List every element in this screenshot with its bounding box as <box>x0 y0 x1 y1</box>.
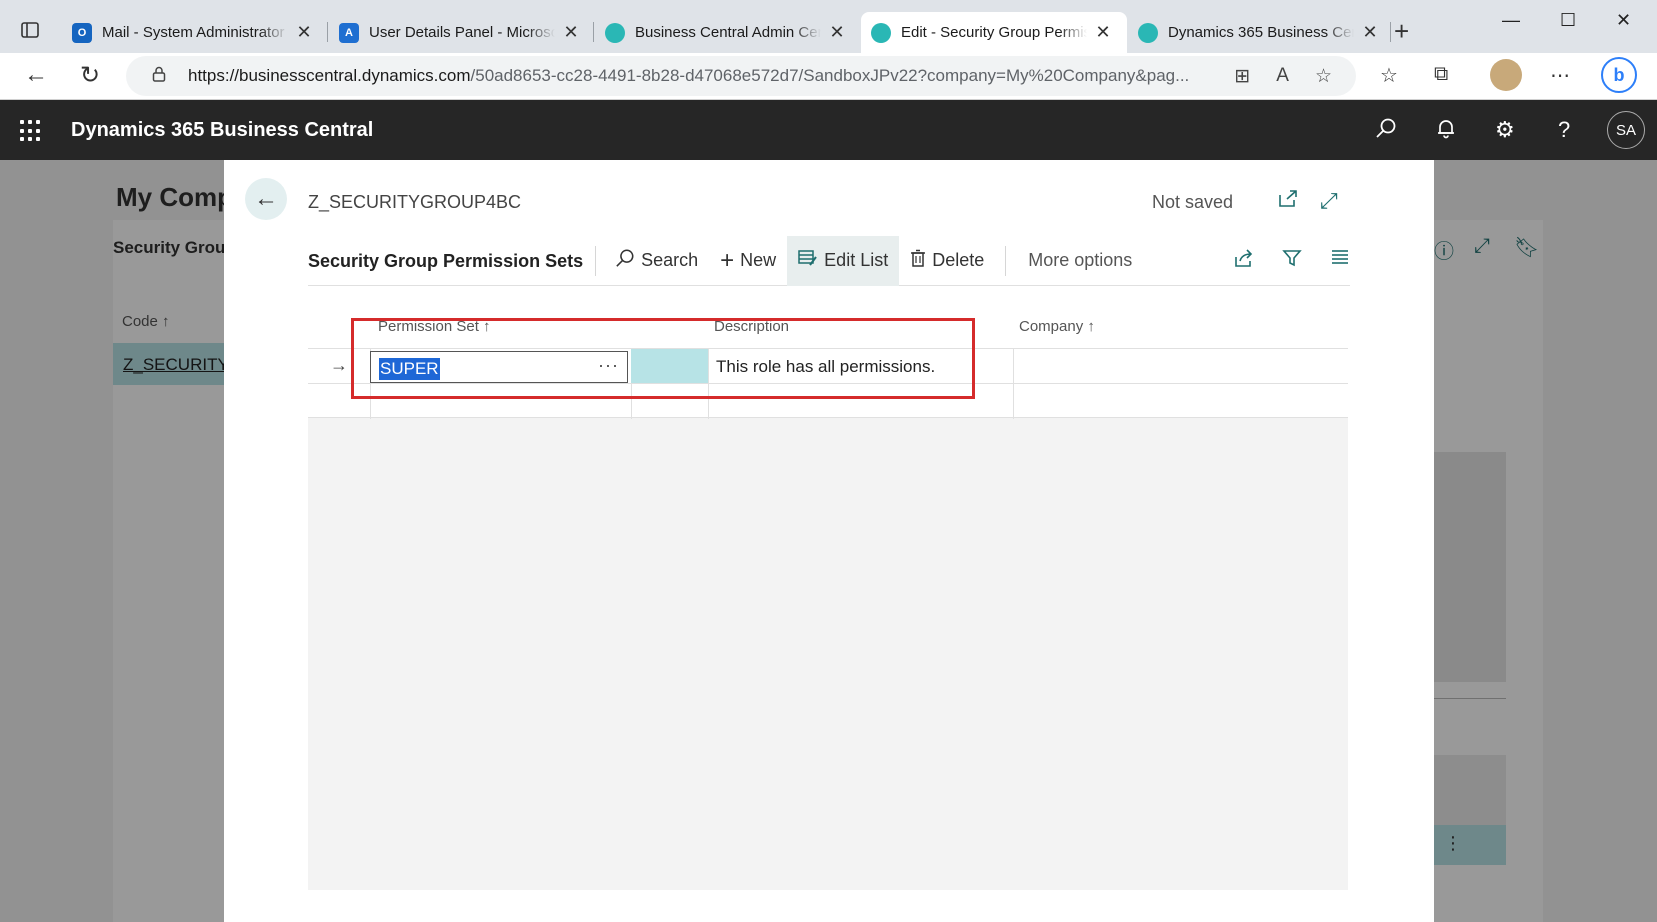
settings-gear-icon[interactable]: ⚙ <box>1495 117 1515 143</box>
url-text: https://businesscentral.dynamics.com/50a… <box>188 66 1188 86</box>
browser-tab-dynamics-365[interactable]: Dynamics 365 Business Central ✕ <box>1128 12 1388 53</box>
more-options-button[interactable]: More options <box>1016 250 1132 271</box>
lock-icon <box>148 66 170 87</box>
tab-actions-icon[interactable] <box>10 12 50 48</box>
search-label: Search <box>641 250 699 270</box>
browser-toolbar: ← ↻ https://businesscentral.dynamics.com… <box>0 53 1657 100</box>
browser-tab-strip: O Mail - System Administrator ✕ A User D… <box>0 0 1657 53</box>
grid-cell <box>1013 384 1348 419</box>
minimize-icon[interactable]: — <box>1502 10 1520 31</box>
close-icon[interactable]: ✕ <box>829 22 845 43</box>
app-header: Dynamics 365 Business Central ⚙ ? SA <box>0 100 1657 160</box>
row-selector-arrow-icon: → <box>330 355 348 375</box>
business-central-icon <box>605 22 625 43</box>
tab-separator <box>1390 22 1391 42</box>
edit-list-label: Edit List <box>824 250 889 270</box>
tab-label: User Details Panel - Microsoft <box>369 24 555 41</box>
back-button[interactable]: ← <box>245 178 287 220</box>
edit-list-button[interactable]: Edit List <box>787 235 900 286</box>
browser-tab-user-details[interactable]: A User Details Panel - Microsoft ✕ <box>329 12 589 53</box>
apps-icon[interactable]: ⊞ <box>1234 65 1250 88</box>
app-title: Dynamics 365 Business Central <box>71 119 374 141</box>
back-arrow-icon[interactable]: ← <box>24 61 48 89</box>
dialog-title: Z_SECURITYGROUP4BC <box>308 192 522 212</box>
back-arrow-icon: ← <box>254 185 278 212</box>
close-icon[interactable]: ✕ <box>563 22 579 43</box>
url-path: /50ad8653-cc28-4491-8b28-d47068e572d7/Sa… <box>470 66 1188 85</box>
edit-dialog: ← Z_SECURITYGROUP4BC Not saved ⤢ Securit… <box>224 160 1434 922</box>
company-cell[interactable] <box>1013 349 1348 384</box>
trash-icon <box>910 249 926 273</box>
new-button[interactable]: + New <box>709 236 787 286</box>
search-button[interactable]: Search <box>604 236 709 286</box>
delete-button[interactable]: Delete <box>899 236 995 286</box>
maximize-icon[interactable]: ☐ <box>1560 10 1576 31</box>
close-icon[interactable]: ✕ <box>296 22 312 43</box>
subpage-title: Security Group Permission Sets <box>308 245 597 276</box>
refresh-icon[interactable]: ↻ <box>80 61 100 90</box>
close-icon[interactable]: ✕ <box>1095 22 1111 43</box>
search-icon <box>615 248 635 274</box>
tab-label: Mail - System Administrator <box>102 24 285 41</box>
business-central-icon <box>871 22 891 43</box>
app-launcher-icon[interactable] <box>20 120 42 142</box>
user-avatar[interactable]: SA <box>1607 111 1645 149</box>
help-icon[interactable]: ? <box>1558 117 1570 143</box>
collections-icon[interactable]: ⧉ <box>1434 63 1448 86</box>
red-highlight-box <box>351 318 975 399</box>
search-icon[interactable] <box>1375 117 1397 145</box>
window-close-icon[interactable]: ✕ <box>1616 10 1631 31</box>
plus-icon: + <box>720 246 735 274</box>
save-status: Not saved <box>1152 192 1234 212</box>
tab-separator <box>593 22 594 42</box>
new-tab-icon[interactable]: + <box>1394 16 1409 47</box>
read-aloud-icon[interactable]: A <box>1276 65 1289 88</box>
favorites-icon[interactable]: ☆ <box>1380 63 1398 88</box>
expand-icon[interactable]: ⤢ <box>1320 188 1338 214</box>
browser-tab-admin-center[interactable]: Business Central Admin Center ✕ <box>595 12 855 53</box>
url-host: https://businesscentral.dynamics.com <box>188 66 471 85</box>
tab-label: Business Central Admin Center <box>635 24 821 41</box>
address-bar[interactable]: https://businesscentral.dynamics.com/50a… <box>126 56 1356 96</box>
admin-icon: A <box>339 22 359 43</box>
new-label: New <box>740 250 777 270</box>
share-icon[interactable] <box>1234 248 1254 274</box>
browser-tab-mail[interactable]: O Mail - System Administrator ✕ <box>62 12 322 53</box>
browser-tab-edit-security-group[interactable]: Edit - Security Group Permission Sets ✕ <box>861 12 1127 53</box>
business-central-icon <box>1138 22 1158 43</box>
action-bar: Security Group Permission Sets Search + … <box>308 235 1350 286</box>
action-divider <box>1005 245 1007 276</box>
filter-icon[interactable] <box>1282 248 1302 274</box>
list-view-icon[interactable] <box>1330 248 1350 274</box>
tab-label: Dynamics 365 Business Central <box>1168 24 1354 41</box>
edit-list-icon <box>798 249 818 273</box>
add-favorite-icon[interactable]: ☆ <box>1315 65 1332 88</box>
profile-avatar-icon[interactable] <box>1490 59 1522 91</box>
column-header-company[interactable]: Company ↑ <box>1019 318 1095 335</box>
tab-label: Edit - Security Group Permission Sets <box>901 24 1087 41</box>
notifications-bell-icon[interactable] <box>1435 117 1457 145</box>
tab-separator <box>327 22 328 42</box>
bing-icon[interactable]: b <box>1601 57 1637 93</box>
open-new-window-icon[interactable] <box>1278 188 1298 214</box>
close-icon[interactable]: ✕ <box>1362 22 1378 43</box>
delete-label: Delete <box>932 250 985 270</box>
outlook-icon: O <box>72 22 92 43</box>
more-menu-icon[interactable]: ⋯ <box>1550 63 1570 88</box>
